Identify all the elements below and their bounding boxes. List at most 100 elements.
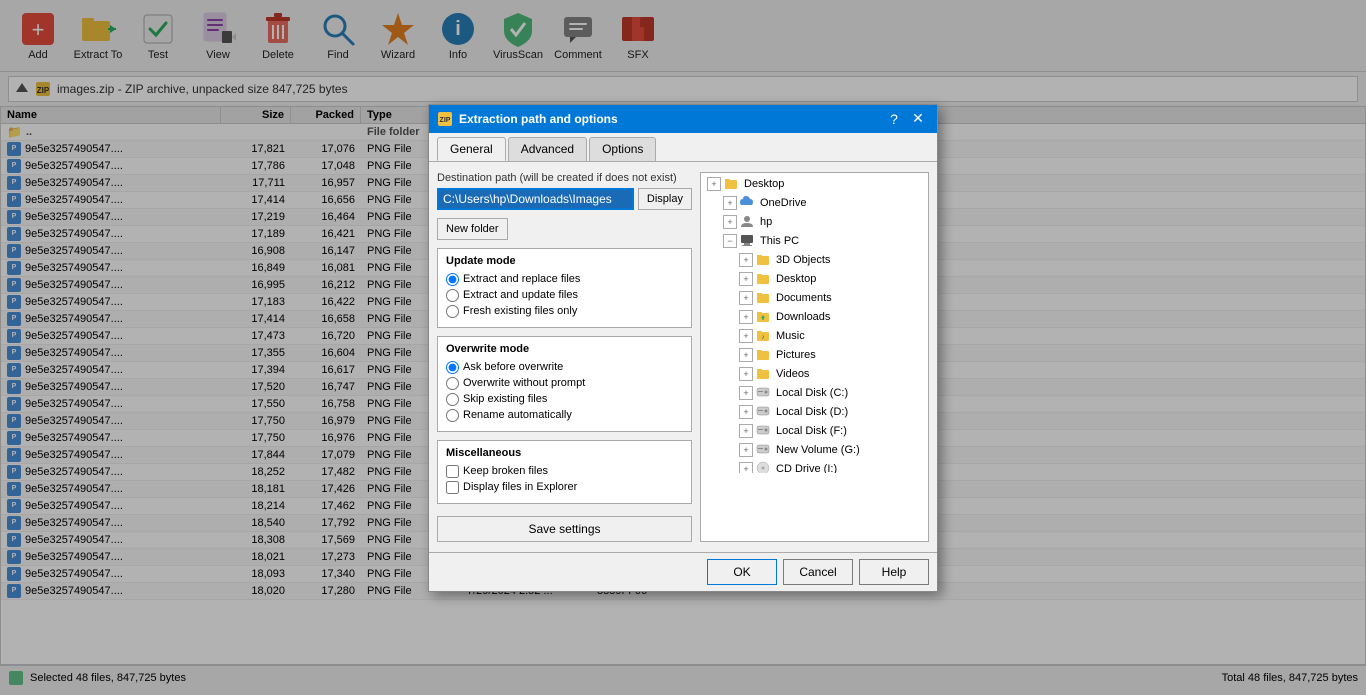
keep-broken-checkbox[interactable] <box>446 465 459 478</box>
tree-item-label: Pictures <box>776 349 816 361</box>
overwrite-skip-row: Skip existing files <box>446 393 683 406</box>
tree-expander[interactable]: + <box>739 367 753 381</box>
tree-item[interactable]: +3D Objects <box>703 251 926 270</box>
tree-item[interactable]: +Desktop <box>703 270 926 289</box>
tree-expander[interactable]: + <box>723 215 737 229</box>
save-settings-button[interactable]: Save settings <box>437 516 692 542</box>
folder-icon <box>756 271 770 288</box>
hd-new-icon <box>756 442 770 459</box>
tree-expander[interactable]: + <box>739 310 753 324</box>
display-explorer-label: Display files in Explorer <box>463 481 577 493</box>
tree-item[interactable]: + OneDrive <box>703 194 926 213</box>
tree-expander[interactable]: + <box>739 291 753 305</box>
tree-item[interactable]: +Local Disk (C:) <box>703 384 926 403</box>
tree-item[interactable]: +♪Music <box>703 327 926 346</box>
tree-item-label: 3D Objects <box>776 254 830 266</box>
new-folder-button[interactable]: New folder <box>437 218 508 240</box>
tree-expander[interactable]: + <box>739 329 753 343</box>
tree-item[interactable]: + New Volume (G:) <box>703 441 926 460</box>
misc-section: Miscellaneous Keep broken files Display … <box>437 440 692 504</box>
overwrite-mode-title: Overwrite mode <box>446 343 683 355</box>
extraction-dialog: ZIP Extraction path and options ? ✕ Gene… <box>428 104 938 592</box>
overwrite-ask-label: Ask before overwrite <box>463 361 563 373</box>
tree-item[interactable]: + Videos <box>703 365 926 384</box>
dialog-title-icon: ZIP <box>437 111 453 127</box>
overwrite-noprompt-radio[interactable] <box>446 377 459 390</box>
tab-advanced[interactable]: Advanced <box>508 137 587 161</box>
folder-icon <box>756 347 770 364</box>
dialog-left-panel: Destination path (will be created if doe… <box>437 172 692 542</box>
tree-item[interactable]: + Desktop <box>703 175 926 194</box>
overwrite-skip-radio[interactable] <box>446 393 459 406</box>
update-fresh-radio[interactable] <box>446 305 459 318</box>
folder-music-icon: ♪ <box>756 328 770 345</box>
tree-expander[interactable]: + <box>739 348 753 362</box>
tree-expander[interactable]: − <box>723 234 737 248</box>
tab-general[interactable]: General <box>437 137 506 161</box>
tree-expander[interactable]: + <box>739 386 753 400</box>
tree-item[interactable]: + Documents <box>703 289 926 308</box>
tree-expander[interactable]: + <box>739 253 753 267</box>
tree-item-label: Desktop <box>744 178 784 190</box>
tree-item[interactable]: + Pictures <box>703 346 926 365</box>
tree-item[interactable]: + hp <box>703 213 926 232</box>
misc-title: Miscellaneous <box>446 447 683 459</box>
dialog-overlay: ZIP Extraction path and options ? ✕ Gene… <box>0 0 1366 695</box>
tree-expander[interactable]: + <box>707 177 721 191</box>
ok-button[interactable]: OK <box>707 559 777 585</box>
tree-expander[interactable]: + <box>739 405 753 419</box>
tree-expander[interactable]: + <box>739 424 753 438</box>
destination-input[interactable] <box>437 188 634 210</box>
tree-item-label: Downloads <box>776 311 830 323</box>
tree-item-label: Videos <box>776 368 809 380</box>
display-button[interactable]: Display <box>638 188 692 210</box>
hd-icon <box>756 385 770 402</box>
tree-expander[interactable]: + <box>739 443 753 457</box>
tree-item-label: This PC <box>760 235 799 247</box>
dialog-help-btn[interactable]: ? <box>883 110 905 128</box>
tree-item[interactable]: + Downloads <box>703 308 926 327</box>
folder-icon <box>724 176 738 193</box>
overwrite-ask-row: Ask before overwrite <box>446 361 683 374</box>
overwrite-ask-radio[interactable] <box>446 361 459 374</box>
destination-path-row: Display <box>437 188 692 210</box>
keep-broken-row: Keep broken files <box>446 465 683 478</box>
tree-expander[interactable]: + <box>739 462 753 473</box>
overwrite-skip-label: Skip existing files <box>463 393 547 405</box>
tree-item[interactable]: +CD Drive (I:) <box>703 460 926 473</box>
tree-item[interactable]: +Local Disk (D:) <box>703 403 926 422</box>
dialog-titlebar: ZIP Extraction path and options ? ✕ <box>429 105 937 133</box>
folder-icon <box>756 290 770 307</box>
tree-item[interactable]: − This PC <box>703 232 926 251</box>
tree-item[interactable]: +Local Disk (F:) <box>703 422 926 441</box>
update-update-label: Extract and update files <box>463 289 578 301</box>
directory-tree[interactable]: +Desktop+OneDrive+hp−This PC+3D Objects+… <box>701 173 928 473</box>
help-button[interactable]: Help <box>859 559 929 585</box>
cancel-button[interactable]: Cancel <box>783 559 853 585</box>
tree-item-label: hp <box>760 216 772 228</box>
dialog-close-btn[interactable]: ✕ <box>907 110 929 128</box>
svg-text:♪: ♪ <box>761 334 765 341</box>
display-explorer-checkbox[interactable] <box>446 481 459 494</box>
tree-item-label: Documents <box>776 292 832 304</box>
tree-item-label: OneDrive <box>760 197 806 209</box>
update-replace-radio[interactable] <box>446 273 459 286</box>
tree-item-label: New Volume (G:) <box>776 444 860 456</box>
folder-icon <box>756 252 770 269</box>
hd-icon <box>756 404 770 421</box>
overwrite-rename-radio[interactable] <box>446 409 459 422</box>
folder-icon <box>756 366 770 383</box>
update-mode-title: Update mode <box>446 255 683 267</box>
display-explorer-row: Display files in Explorer <box>446 481 683 494</box>
update-update-radio[interactable] <box>446 289 459 302</box>
tree-expander[interactable]: + <box>723 196 737 210</box>
cloud-icon <box>740 195 754 212</box>
overwrite-noprompt-label: Overwrite without prompt <box>463 377 585 389</box>
dialog-footer: OK Cancel Help <box>429 552 937 591</box>
folder-dl-icon <box>756 309 770 326</box>
update-mode-fresh-row: Fresh existing files only <box>446 305 683 318</box>
update-fresh-label: Fresh existing files only <box>463 305 577 317</box>
keep-broken-label: Keep broken files <box>463 465 548 477</box>
tree-expander[interactable]: + <box>739 272 753 286</box>
tab-options[interactable]: Options <box>589 137 656 161</box>
